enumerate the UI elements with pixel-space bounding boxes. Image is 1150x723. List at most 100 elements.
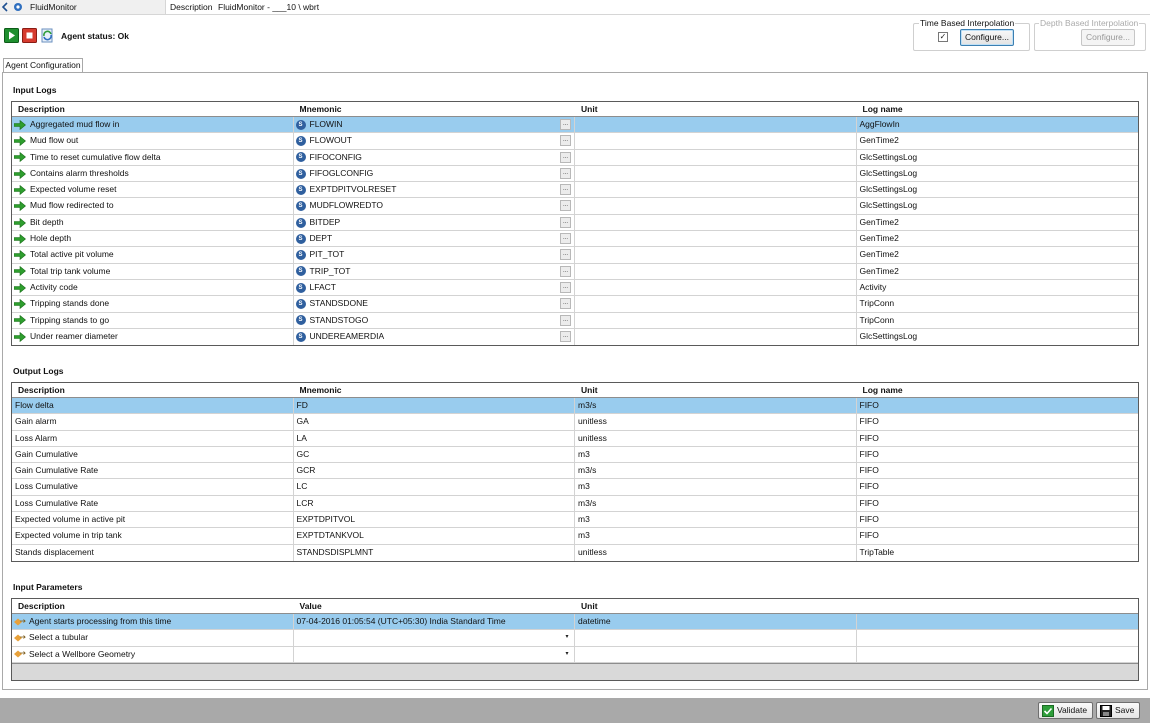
unit-cell: m3 (575, 446, 857, 463)
output-log-row[interactable]: Flow delta FD m3/s FIFO (12, 398, 1138, 415)
mnemonic-cell[interactable]: S PIT_TOT... (294, 247, 575, 263)
mnemonic-badge-icon: S (295, 266, 306, 277)
column-header[interactable]: Log name (857, 383, 1139, 397)
save-button[interactable]: Save (1096, 702, 1141, 719)
mnemonic-cell[interactable]: S FIFOCONFIG... (294, 149, 575, 165)
unit-cell: m3/s (575, 495, 857, 512)
mnemonic-cell[interactable]: S LFACT... (294, 279, 575, 296)
dropdown-arrow-icon[interactable]: ▾ (562, 649, 572, 659)
mnemonic-cell[interactable]: S STANDSDONE... (294, 296, 575, 312)
input-log-row[interactable]: Contains alarm thresholds S FIFOGLCONFIG..… (12, 165, 1138, 183)
description-cell: Total trip tank volume (12, 263, 294, 279)
column-header[interactable]: Mnemonic (294, 383, 576, 397)
unit-cell: unitless (575, 544, 857, 561)
description-text: Hole depth (30, 233, 72, 244)
mnemonic-cell[interactable]: S UNDEREAMERDIA... (294, 328, 575, 346)
column-header[interactable] (857, 599, 1139, 613)
ellipsis-button[interactable]: ... (560, 330, 571, 342)
dropdown-arrow-icon[interactable]: ▾ (562, 632, 572, 642)
input-log-row[interactable]: Under reamer diameter S UNDEREAMERDIA... Gl… (12, 328, 1138, 346)
ellipsis-button[interactable]: ... (560, 135, 571, 147)
input-log-row[interactable]: Total trip tank volume S TRIP_TOT... GenTim… (12, 263, 1138, 280)
ellipsis-button[interactable]: ... (560, 200, 571, 212)
time-interpolation-checkbox[interactable]: ✓ (938, 32, 948, 42)
empty-cell (857, 647, 1139, 662)
column-header[interactable]: Description (12, 383, 294, 397)
input-log-row[interactable]: Total active pit volume S PIT_TOT... GenTim… (12, 247, 1138, 264)
input-log-row[interactable]: Time to reset cumulative flow delta S FIFO… (12, 149, 1138, 166)
ellipsis-button[interactable]: ... (560, 151, 571, 163)
ellipsis-button[interactable]: ... (560, 216, 571, 228)
time-configure-button[interactable]: Configure... (960, 29, 1014, 46)
column-header[interactable]: Unit (575, 599, 857, 613)
column-header[interactable]: Description (12, 102, 294, 116)
ellipsis-button[interactable]: ... (560, 184, 571, 196)
ellipsis-button[interactable]: ... (560, 265, 571, 277)
start-button[interactable] (4, 28, 19, 43)
value-cell[interactable]: 07-04-2016 01:05:54 (UTC+05:30) India St… (294, 614, 575, 630)
output-log-row[interactable]: Gain alarm GA unitless FIFO (12, 414, 1138, 431)
output-log-row[interactable]: Gain Cumulative GC m3 FIFO (12, 446, 1138, 464)
ellipsis-button[interactable]: ... (560, 314, 571, 326)
mnemonic-cell: LA (294, 430, 575, 446)
tab-agent-configuration[interactable]: Agent Configuration (3, 58, 83, 73)
mnemonic-cell[interactable]: S FLOWOUT... (294, 133, 575, 149)
input-log-row[interactable]: Tripping stands done S STANDSDONE... TripCo… (12, 296, 1138, 313)
mnemonic-cell[interactable]: S EXPTDPITVOLRESET... (294, 182, 575, 198)
input-log-row[interactable]: Bit depth S BITDEP... GenTime2 (12, 214, 1138, 232)
validate-button[interactable]: Validate (1038, 702, 1094, 719)
description-cell: Tripping stands done (12, 296, 294, 312)
column-header[interactable]: Description (12, 599, 294, 613)
input-log-row[interactable]: Aggregated mud flow in S FLOWIN... AggFlowI… (12, 117, 1138, 134)
output-log-row[interactable]: Expected volume in active pit EXPTDPITVOL… (12, 512, 1138, 529)
column-header[interactable]: Unit (575, 102, 857, 116)
ellipsis-button[interactable]: ... (560, 119, 571, 130)
value-cell[interactable]: ▾ (294, 646, 575, 662)
ellipsis-button[interactable]: ... (560, 281, 571, 293)
column-header[interactable]: Unit (575, 383, 857, 397)
mnemonic-badge-icon: S (295, 168, 306, 179)
ellipsis-button[interactable]: ... (560, 298, 571, 310)
mnemonic-cell[interactable]: S STANDSTOGO... (294, 312, 575, 328)
column-header[interactable]: Log name (857, 102, 1139, 116)
mnemonic-cell[interactable]: S FLOWIN... (294, 117, 575, 133)
output-log-row[interactable]: Loss Cumulative LC m3 FIFO (12, 479, 1138, 496)
column-header[interactable]: Value (294, 599, 576, 613)
input-log-row[interactable]: Expected volume reset S EXPTDPITVOLRESET..… (12, 182, 1138, 199)
description-cell: Agent starts processing from this time (12, 614, 294, 630)
output-log-row[interactable]: Loss Alarm LA unitless FIFO (12, 430, 1138, 447)
input-log-row[interactable]: Mud flow redirected to S MUDFLOWREDTO... Gl… (12, 198, 1138, 215)
depth-configure-button[interactable]: Configure... (1081, 29, 1135, 46)
input-log-row[interactable]: Mud flow out S FLOWOUT... GenTime2 (12, 133, 1138, 150)
ellipsis-button[interactable]: ... (560, 249, 571, 261)
back-gear-icon[interactable] (2, 1, 26, 13)
refresh-button[interactable] (40, 28, 55, 43)
mnemonic-cell[interactable]: S MUDFLOWREDTO... (294, 198, 575, 214)
green-arrow-icon (14, 136, 26, 147)
stop-button[interactable] (22, 28, 37, 43)
mnemonic-cell[interactable]: S DEPT... (294, 231, 575, 247)
output-log-row[interactable]: Gain Cumulative Rate GCR m3/s FIFO (12, 463, 1138, 480)
value-cell[interactable]: ▾ (294, 630, 575, 646)
parameter-row[interactable]: Agent starts processing from this time 07… (12, 614, 1138, 631)
mnemonic-cell[interactable]: S FIFOGLCONFIG... (294, 165, 575, 182)
unit-cell (575, 133, 857, 149)
mnemonic-cell[interactable]: S BITDEP... (294, 214, 575, 231)
log-name-cell: Activity (859, 281, 887, 292)
input-log-row[interactable]: Tripping stands to go S STANDSTOGO... TripC… (12, 312, 1138, 329)
mnemonic-cell[interactable]: S TRIP_TOT... (294, 263, 575, 279)
column-header[interactable]: Mnemonic (294, 102, 576, 116)
description-cell: Time to reset cumulative flow delta (12, 149, 294, 165)
ellipsis-button[interactable]: ... (560, 233, 571, 245)
output-log-row[interactable]: Stands displacement STANDSDISPLMNT unitles… (12, 544, 1138, 561)
input-log-row[interactable]: Hole depth S DEPT... GenTime2 (12, 231, 1138, 248)
parameter-row[interactable]: Select a tubular ▾ (12, 630, 1138, 647)
parameter-row[interactable]: Select a Wellbore Geometry ▾ (12, 646, 1139, 663)
description-text: Total active pit volume (30, 249, 114, 260)
unit-cell (575, 646, 857, 662)
unit-cell (575, 198, 857, 214)
output-log-row[interactable]: Loss Cumulative Rate LCR m3/s FIFO (12, 495, 1138, 513)
output-log-row[interactable]: Expected volume in trip tank EXPTDTANKVOL… (12, 528, 1138, 545)
ellipsis-button[interactable]: ... (560, 167, 571, 179)
input-log-row[interactable]: Activity code S LFACT... Activity (12, 279, 1138, 297)
